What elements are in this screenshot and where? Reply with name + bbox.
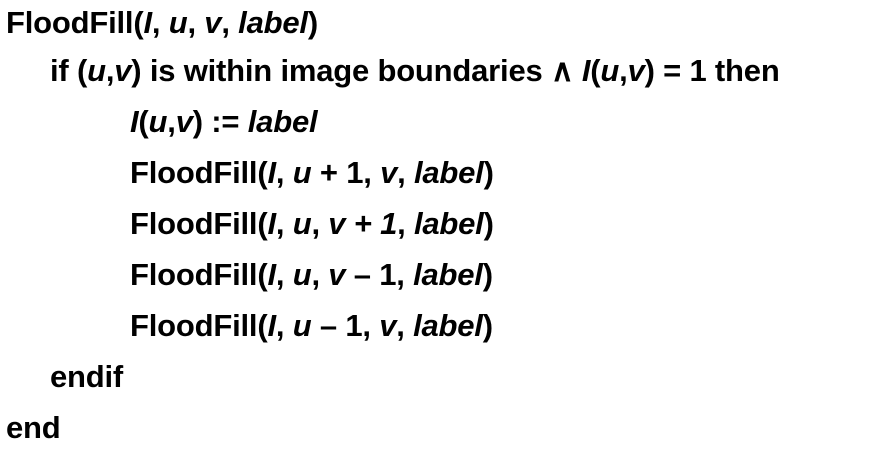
code-token: FloodFill(	[130, 257, 268, 292]
code-token: ) is within image boundaries ∧	[131, 53, 582, 88]
code-token: )	[307, 5, 318, 40]
code-token: ,	[187, 5, 205, 40]
code-token-italic: v	[328, 257, 346, 292]
code-token: FloodFill(	[130, 155, 268, 190]
code-line-if: if (u,v) is within image boundaries ∧ I(…	[6, 45, 886, 96]
code-token-italic: label	[413, 257, 483, 292]
code-token-italic: label	[413, 206, 484, 241]
code-token-italic: u	[168, 5, 188, 40]
code-line-assign: I(u,v) := label	[6, 96, 886, 147]
code-token-italic: v	[380, 155, 398, 190]
code-token: FloodFill(	[130, 206, 268, 241]
code-token: ,	[311, 206, 329, 241]
code-token-italic: v	[627, 53, 645, 88]
code-line-call-up: FloodFill(I, u, v – 1, label)	[6, 249, 886, 300]
code-token: (	[590, 53, 601, 88]
code-token: ) :=	[192, 104, 248, 139]
code-token-italic: v	[114, 53, 132, 88]
code-token: ,	[275, 206, 293, 241]
code-token-italic: u	[292, 206, 312, 241]
code-token: ,	[311, 257, 329, 292]
code-token: )	[482, 257, 493, 292]
code-token-italic: v	[204, 5, 222, 40]
code-token: FloodFill(	[130, 308, 268, 343]
code-token-italic: v	[379, 308, 397, 343]
code-token: if (	[50, 53, 88, 88]
code-token-italic: I	[143, 5, 152, 40]
code-token: )	[483, 155, 494, 190]
code-token: + 1,	[311, 155, 381, 190]
code-token: ) = 1 then	[644, 53, 780, 88]
code-token: ,	[151, 5, 169, 40]
code-token: – 1,	[345, 257, 414, 292]
code-token: (	[138, 104, 149, 139]
code-line-call-left: FloodFill(I, u – 1, v, label)	[6, 300, 886, 351]
pseudocode-block: FloodFill(I, u, v, label) if (u,v) is wi…	[6, 0, 886, 453]
code-token-italic: I	[267, 206, 276, 241]
code-token: endif	[50, 359, 124, 394]
code-token-italic: u	[292, 155, 312, 190]
code-token: ,	[167, 104, 176, 139]
code-token: – 1,	[311, 308, 380, 343]
code-token-italic: I	[267, 257, 276, 292]
code-token: ,	[619, 53, 628, 88]
code-line-end: end	[6, 402, 886, 453]
code-token-italic: label	[413, 155, 484, 190]
code-token-italic: u	[148, 104, 168, 139]
code-token: ,	[105, 53, 115, 88]
code-token: )	[482, 308, 493, 343]
code-line-call-down: FloodFill(I, u, v + 1, label)	[6, 198, 886, 249]
code-token-italic: u	[87, 53, 106, 88]
code-token: ,	[275, 257, 293, 292]
code-token-italic: u	[292, 257, 312, 292]
code-token-italic: v	[175, 104, 193, 139]
code-token: ,	[396, 308, 414, 343]
code-token: ,	[397, 206, 414, 241]
code-token-italic: I	[267, 308, 276, 343]
code-token: ,	[275, 308, 293, 343]
code-token: ,	[221, 5, 239, 40]
code-token: )	[483, 206, 494, 241]
code-token-italic: u	[292, 308, 312, 343]
code-token: end	[6, 410, 61, 445]
code-token: ,	[275, 155, 293, 190]
code-line-header: FloodFill(I, u, v, label)	[6, 0, 886, 45]
code-token: ,	[397, 155, 414, 190]
code-line-call-right: FloodFill(I, u + 1, v, label)	[6, 147, 886, 198]
code-token-italic: u	[600, 53, 620, 88]
code-token-italic: label	[413, 308, 483, 343]
code-token-italic: v + 1	[328, 206, 398, 241]
code-token: FloodFill(	[6, 5, 144, 40]
code-line-endif: endif	[6, 351, 886, 402]
code-token-italic: label	[238, 5, 308, 40]
code-token-italic: I	[267, 155, 276, 190]
code-token-italic: label	[247, 104, 318, 139]
